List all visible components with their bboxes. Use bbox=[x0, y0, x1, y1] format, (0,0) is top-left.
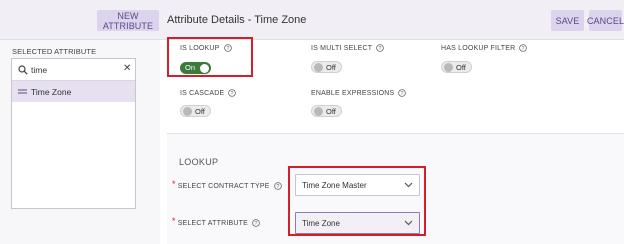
svg-text:?: ? bbox=[231, 91, 234, 97]
svg-text:?: ? bbox=[276, 184, 279, 190]
is-cascade-toggle[interactable]: Off bbox=[180, 105, 211, 117]
is-multi-select-field: IS MULTI SELECT ? bbox=[311, 44, 385, 52]
required-marker: * bbox=[172, 179, 176, 189]
page-title: Attribute Details - Time Zone bbox=[167, 14, 307, 26]
is-cascade-field: IS CASCADE ? bbox=[180, 89, 237, 97]
has-lookup-filter-label: HAS LOOKUP FILTER bbox=[441, 44, 516, 52]
search-input[interactable] bbox=[31, 62, 119, 77]
search-row: ✕ bbox=[12, 59, 135, 81]
toggle-state: Off bbox=[326, 62, 336, 72]
lookup-section-title: LOOKUP bbox=[179, 157, 219, 167]
is-cascade-label: IS CASCADE bbox=[180, 89, 225, 97]
toggle-knob bbox=[183, 107, 192, 116]
enable-expressions-label: ENABLE EXPRESSIONS bbox=[311, 89, 395, 97]
cancel-button[interactable]: CANCEL bbox=[587, 10, 624, 31]
attribute-list-box: ✕ Time Zone bbox=[11, 58, 136, 209]
toggle-knob bbox=[314, 63, 323, 72]
enable-expressions-field: ENABLE EXPRESSIONS ? bbox=[311, 89, 407, 97]
close-icon[interactable]: ✕ bbox=[123, 64, 131, 74]
top-toolbar bbox=[0, 0, 624, 40]
svg-text:?: ? bbox=[254, 221, 257, 227]
help-icon[interactable]: ? bbox=[519, 44, 528, 52]
contract-type-field-label: * SELECT CONTRACT TYPE ? bbox=[172, 179, 282, 191]
selected-attribute-label: SELECTED ATTRIBUTE bbox=[12, 47, 97, 56]
svg-text:?: ? bbox=[401, 91, 404, 97]
svg-text:?: ? bbox=[522, 46, 525, 52]
has-lookup-filter-field: HAS LOOKUP FILTER ? bbox=[441, 44, 528, 52]
has-lookup-filter-toggle[interactable]: Off bbox=[441, 61, 472, 73]
help-icon[interactable]: ? bbox=[273, 182, 282, 190]
enable-expressions-toggle[interactable]: Off bbox=[311, 105, 342, 117]
annotation-highlight bbox=[288, 166, 426, 236]
contract-type-label: SELECT CONTRACT TYPE bbox=[177, 182, 270, 190]
toggle-state: Off bbox=[326, 106, 336, 116]
svg-text:?: ? bbox=[379, 46, 382, 52]
toggle-knob bbox=[444, 63, 453, 72]
is-multi-select-label: IS MULTI SELECT bbox=[311, 44, 373, 52]
help-icon[interactable]: ? bbox=[398, 89, 407, 97]
search-icon bbox=[18, 65, 28, 75]
toggle-knob bbox=[314, 107, 323, 116]
required-marker: * bbox=[172, 216, 176, 226]
attribute-field-label: * SELECT ATTRIBUTE ? bbox=[172, 216, 260, 228]
save-button[interactable]: SAVE bbox=[551, 10, 584, 31]
toggle-state: Off bbox=[456, 62, 466, 72]
list-item-label: Time Zone bbox=[31, 87, 72, 97]
toggle-state: Off bbox=[195, 106, 205, 116]
attribute-label: SELECT ATTRIBUTE bbox=[177, 219, 248, 227]
drag-handle-icon[interactable] bbox=[18, 89, 27, 94]
help-icon[interactable]: ? bbox=[376, 44, 385, 52]
list-item[interactable]: Time Zone bbox=[12, 81, 135, 102]
help-icon[interactable]: ? bbox=[252, 219, 260, 227]
help-icon[interactable]: ? bbox=[228, 89, 237, 97]
annotation-highlight bbox=[167, 37, 253, 77]
new-attribute-button[interactable]: NEW ATTRIBUTE bbox=[97, 10, 159, 31]
is-multi-select-toggle[interactable]: Off bbox=[311, 61, 342, 73]
